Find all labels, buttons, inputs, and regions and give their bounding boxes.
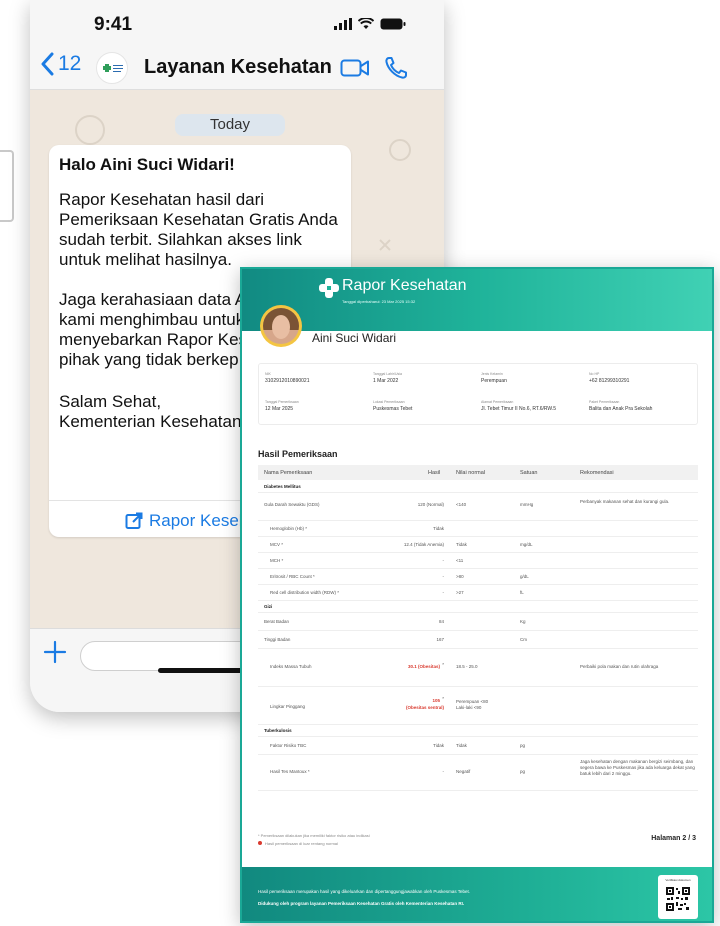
report-footer: Hasil pemeriksaan merupakan hasil yang d… — [242, 867, 712, 921]
table-row: Hemoglobin (Hb) * Tidak — [258, 521, 698, 537]
col-result: Hasil — [428, 470, 441, 476]
battery-icon — [380, 18, 406, 30]
table-row: Tinggi Badan 167 Cm — [258, 631, 698, 649]
health-report-card: Rapor Kesehatan Tanggal diperbaharui: 23… — [240, 267, 714, 923]
footer-text-2: Didukung oleh program layanan Pemeriksaa… — [258, 901, 465, 906]
table-row: Indeks Massa Tubuh 30.1 (Obesitas) * 18.… — [258, 649, 698, 687]
note-abnormal: Hasil pemeriksaan di luar rentang normal — [258, 841, 338, 846]
message-greeting: Halo Aini Suci Widari! — [59, 155, 235, 174]
chat-header: 12 Layanan Kesehatan P — [30, 48, 444, 90]
patient-info-box: NIK 3102912010890021 Tanggal Lahir/Usia … — [258, 363, 698, 425]
info-sex: Jenis Kelamin Perempuan — [481, 372, 507, 384]
red-dot-icon — [258, 841, 262, 845]
back-button[interactable]: 12 — [40, 52, 81, 76]
table-row: MCH * - <11 — [258, 553, 698, 569]
chat-title[interactable]: Layanan Kesehatan P — [144, 56, 334, 79]
plus-icon — [43, 640, 67, 664]
status-icons — [334, 18, 406, 30]
page-number: Halaman 2 / 3 — [651, 835, 696, 842]
table-row: Faktor Risiko TBC Tidak Tidak pg — [258, 737, 698, 755]
qr-code-icon — [666, 887, 690, 911]
results-section-title: Hasil Pemeriksaan — [258, 449, 338, 459]
table-row: Lingkar Pinggang 105 * (Obesitas sentral… — [258, 687, 698, 725]
note-asterisk: * Pemeriksaan dilakukan jika memiliki fa… — [258, 833, 370, 838]
info-phone: No HP +62 81299310291 — [589, 372, 630, 384]
contact-avatar[interactable] — [96, 52, 128, 84]
status-time: 9:41 — [94, 14, 133, 35]
info-location: Lokasi Pemeriksaan Puskesmas Tebet — [373, 400, 413, 412]
date-chip: Today — [175, 114, 285, 136]
unread-count: 12 — [58, 52, 82, 75]
screen: 9:41 12 Layanan Kesehatan P Today Halo A… — [0, 0, 720, 926]
table-row: Red cell distribution width (RDW) * - >2… — [258, 585, 698, 601]
background-bracket-shape — [0, 150, 14, 222]
phone-call-button[interactable] — [384, 56, 408, 85]
table-row: Eritrosit / RBC Count * - >80 g/dL — [258, 569, 698, 585]
signal-icon — [334, 18, 352, 30]
verification-qr[interactable]: Verifikasi dokumen — [658, 875, 698, 919]
external-link-icon — [125, 512, 143, 529]
status-bar: 9:41 — [30, 0, 444, 48]
back-chevron-icon — [41, 52, 54, 76]
attach-button[interactable] — [42, 639, 68, 670]
table-row: Gula Darah Sewaktu (GDS) 120 (Normal) <1… — [258, 493, 698, 521]
phone-call-icon — [385, 57, 407, 79]
patient-name: Aini Suci Widari — [312, 331, 397, 345]
col-name: Nama Pemeriksaan — [264, 470, 313, 476]
video-call-button[interactable] — [340, 58, 370, 83]
report-updated: Tanggal diperbaharui: 23 Mar 2025 15:32 — [342, 299, 416, 304]
col-normal: Nilai normal — [456, 470, 486, 476]
footer-text-1: Hasil pemeriksaan merupakan hasil yang d… — [258, 889, 471, 894]
video-call-icon — [340, 59, 369, 77]
message-paragraph-1: Rapor Kesehatan hasil dari Pemeriksaan K… — [59, 190, 338, 269]
col-recommendation: Rekomendasi — [580, 470, 614, 476]
wifi-icon — [358, 18, 374, 29]
table-row: Hasil Tes Mantoux * - Negatif pg Jaga ke… — [258, 755, 698, 791]
kemenkes-logo-icon — [103, 64, 123, 72]
group-row: Tuberkulosis — [258, 725, 698, 737]
group-row: Diabetes Mellitus — [258, 481, 698, 493]
info-package: Paket Pemeriksaan Balita dan Anak Pra Se… — [589, 400, 653, 412]
info-address: Alamat Pemeriksaan Jl. Tebet Timur II No… — [481, 400, 557, 412]
report-logo-icon — [319, 278, 339, 298]
col-unit: Satuan — [520, 470, 538, 476]
table-header: Nama Pemeriksaan Hasil Nilai normal Satu… — [258, 465, 698, 480]
info-dob: Tanggal Lahir/Usia 1 Mar 2022 — [373, 372, 402, 384]
patient-avatar — [260, 305, 302, 347]
report-title: Rapor Kesehatan — [342, 277, 467, 294]
info-nik: NIK 3102912010890021 — [265, 372, 310, 384]
report-header: Rapor Kesehatan Tanggal diperbaharui: 23… — [242, 269, 712, 331]
verify-label: Verifikasi dokumen — [665, 878, 691, 882]
group-row: Gizi — [258, 601, 698, 613]
table-row: MCV * 12.4 (Tidak Anemia) Tidak mg/dL — [258, 537, 698, 553]
info-exam-date: Tanggal Pemeriksaan 12 Mar 2025 — [265, 400, 299, 412]
table-row: Berat Badan 84 Kg — [258, 613, 698, 631]
